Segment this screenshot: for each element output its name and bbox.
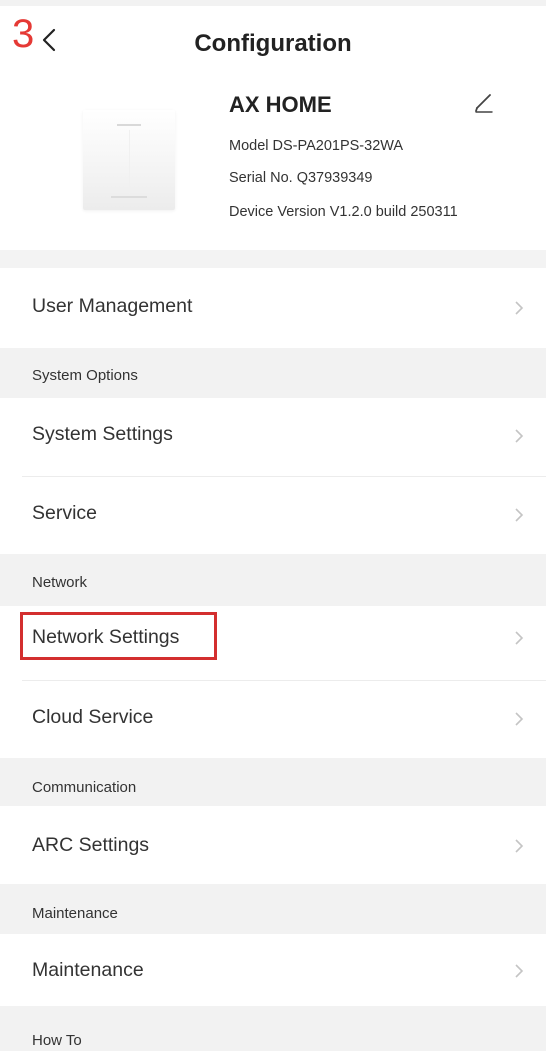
device-image (83, 110, 175, 210)
chevron-right-icon (515, 631, 524, 645)
device-info-card: AX HOME Model DS-PA201PS-32WA Serial No.… (0, 80, 546, 250)
menu-item-network-settings[interactable]: Network Settings (0, 606, 546, 680)
page-title: Configuration (194, 30, 352, 57)
menu-item-label: Maintenance (32, 959, 144, 981)
section-gap (0, 250, 546, 268)
edit-name-button[interactable] (470, 88, 498, 116)
section-header-communication: Communication (0, 758, 546, 806)
menu-item-user-management[interactable]: User Management (0, 268, 546, 348)
menu-item-cloud-service[interactable]: Cloud Service (0, 681, 546, 758)
menu-item-label: Network Settings (32, 626, 180, 648)
menu-item-label: System Settings (32, 423, 173, 445)
chevron-right-icon (515, 964, 524, 978)
section-header-how-to: How To (0, 1006, 546, 1051)
chevron-right-icon (515, 839, 524, 853)
menu-item-label: Cloud Service (32, 706, 154, 728)
chevron-right-icon (515, 429, 524, 443)
menu-item-service[interactable]: Service (0, 477, 546, 554)
device-serial: Serial No. Q37939349 (229, 170, 373, 186)
status-strip (0, 0, 546, 6)
menu-item-arc-settings[interactable]: ARC Settings (0, 806, 546, 884)
menu-item-label: ARC Settings (32, 834, 150, 856)
section-header-network: Network (0, 554, 546, 606)
menu-item-maintenance[interactable]: Maintenance (0, 934, 546, 1006)
device-model: Model DS-PA201PS-32WA (229, 138, 404, 154)
section-header-system-options: System Options (0, 348, 546, 398)
section-header-label: Maintenance (32, 905, 118, 922)
section-header-maintenance: Maintenance (0, 884, 546, 934)
menu-item-label: Service (32, 502, 98, 524)
chevron-right-icon (515, 301, 524, 315)
chevron-right-icon (515, 712, 524, 726)
device-version: Device Version V1.2.0 build 250311 (229, 204, 458, 220)
menu-item-system-settings[interactable]: System Settings (0, 398, 546, 476)
device-name: AX HOME (229, 92, 332, 117)
pencil-icon (475, 94, 493, 113)
section-header-label: Communication (32, 779, 137, 796)
section-header-label: Network (32, 574, 88, 591)
menu-item-label: User Management (32, 295, 193, 317)
section-header-label: How To (32, 1032, 82, 1049)
header: 3 Configuration (0, 10, 546, 80)
chevron-right-icon (515, 508, 524, 522)
section-header-label: System Options (32, 367, 138, 384)
